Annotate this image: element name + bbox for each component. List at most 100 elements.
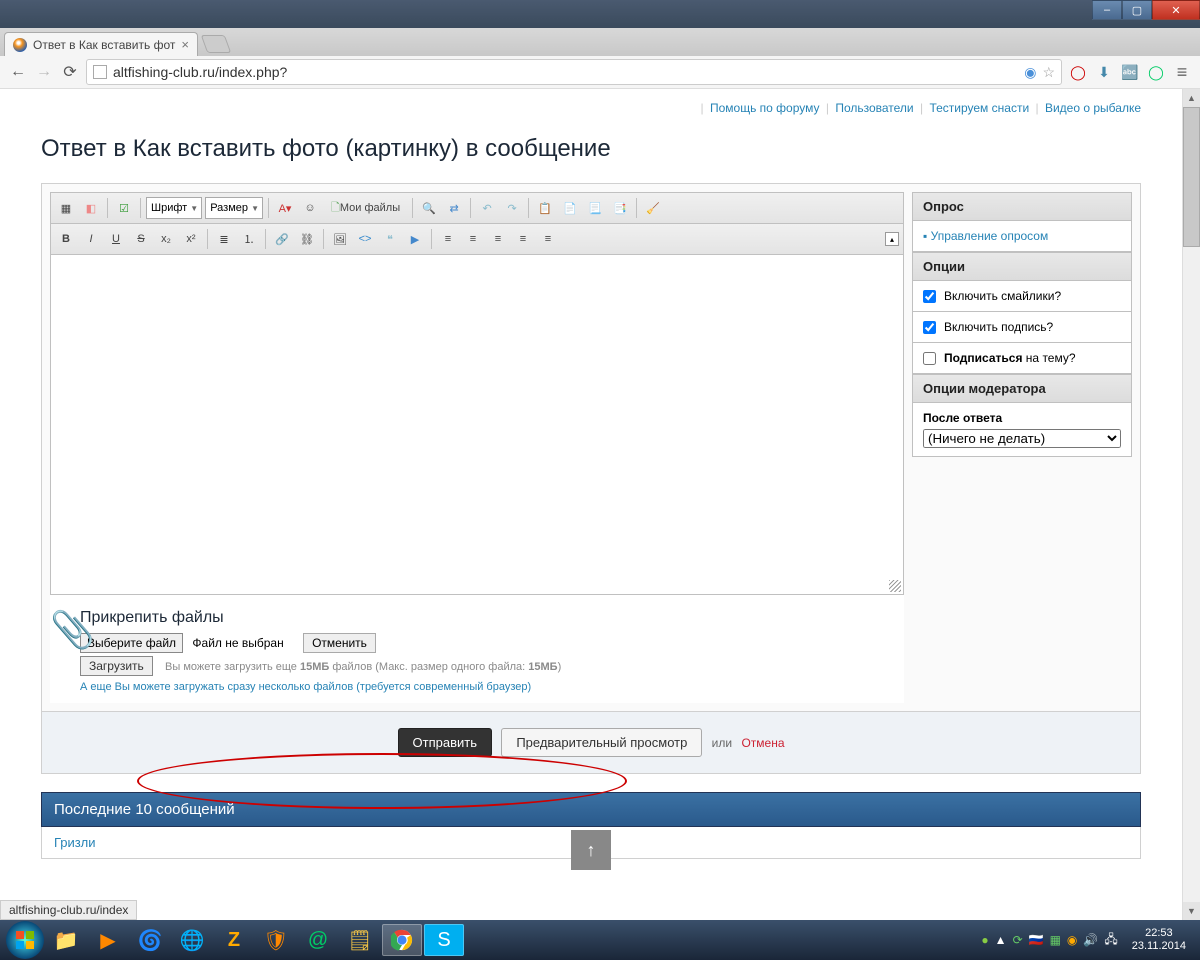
bookmark-sync-icon[interactable]: ◉ [1024,64,1036,81]
toplink-video[interactable]: Видео о рыбалке [1045,101,1141,115]
tray-icon[interactable]: ● [981,933,988,947]
after-reply-select[interactable]: (Ничего не делать) [923,429,1121,448]
paste-icon[interactable]: 📄 [559,197,581,219]
strike-icon[interactable]: S [130,228,152,250]
link-icon[interactable]: 🔗 [271,228,293,250]
spellcheck-icon[interactable]: ☑ [113,197,135,219]
tab-close-icon[interactable]: × [181,37,189,52]
attach-cancel-button[interactable]: Отменить [303,633,376,653]
media-icon[interactable]: ▶ [404,228,426,250]
last-post-author-link[interactable]: Гризли [54,835,95,850]
text-color-icon[interactable]: A▾ [274,197,296,219]
tray-up-icon[interactable]: ▲ [995,933,1007,947]
choose-file-button[interactable]: Выберите файл [80,633,183,653]
toplink-users[interactable]: Пользователи [835,101,913,115]
align-right-icon[interactable]: ≡ [487,228,509,250]
tray-network-icon[interactable]: 🖧 [1104,930,1117,951]
paste-word-icon[interactable]: 📑 [609,197,631,219]
number-list-icon[interactable]: ⒈ [238,228,260,250]
taskbar-app1-icon[interactable]: 🌀 [130,924,170,956]
subscript-icon[interactable]: x₂ [155,228,177,250]
quote-icon[interactable]: ❝ [379,228,401,250]
extension-translate-icon[interactable]: 🔤 [1120,62,1140,82]
toggle-mode-icon[interactable]: ▦ [55,197,77,219]
tray-sync-icon[interactable]: ⟳ [1013,933,1023,947]
italic-icon[interactable]: I [80,228,102,250]
tray-lang-icon[interactable]: 🇷🇺 [1029,933,1044,947]
align-center-icon[interactable]: ≡ [462,228,484,250]
image-icon[interactable]: 🖼 [329,228,351,250]
paste-text-icon[interactable]: 📃 [584,197,606,219]
vertical-scrollbar[interactable]: ▲ ▼ [1182,89,1200,920]
subscribe-checkbox[interactable] [923,352,936,365]
poll-manage-link[interactable]: Управление опросом [931,229,1049,243]
find-icon[interactable]: 🔍 [418,197,440,219]
toplink-help[interactable]: Помощь по форуму [710,101,820,115]
extension-download-icon[interactable]: ⬇ [1094,62,1114,82]
multi-upload-link[interactable]: А еще Вы можете загружать сразу нескольк… [80,681,531,693]
taskbar-earth-icon[interactable]: 🌐 [172,924,212,956]
preview-button[interactable]: Предварительный просмотр [501,728,702,757]
window-maximize-button[interactable]: ▢ [1122,0,1152,20]
replace-icon[interactable]: ⇄ [443,197,465,219]
undo-icon[interactable]: ↶ [476,197,498,219]
toplink-test[interactable]: Тестируем снасти [929,101,1029,115]
browser-tabstrip: Ответ в Как вставить фот × [0,28,1200,56]
extension-circle-icon[interactable]: ◯ [1146,62,1166,82]
scrollbar-up-button[interactable]: ▲ [1183,89,1200,107]
scroll-top-button[interactable]: ↑ [571,830,611,870]
submit-button[interactable]: Отправить [398,728,492,757]
code-icon[interactable]: <> [354,228,376,250]
forward-button[interactable]: → [34,62,54,82]
reload-button[interactable]: ⟳ [60,62,80,82]
align-justify2-icon[interactable]: ≡ [537,228,559,250]
browser-menu-button[interactable]: ≡ [1172,62,1192,82]
back-button[interactable]: ← [8,62,28,82]
scrollbar-down-button[interactable]: ▼ [1183,902,1200,920]
smileys-checkbox[interactable] [923,290,936,303]
taskbar-avast-icon[interactable]: 🛡 [256,924,296,956]
extension-adblock-icon[interactable]: ◯ [1068,62,1088,82]
taskbar-chrome-icon[interactable] [382,924,422,956]
copy-icon[interactable]: 📋 [534,197,556,219]
taskbar-zona-icon[interactable]: Z [214,924,254,956]
bold-icon[interactable]: B [55,228,77,250]
tray-app-icon[interactable]: ◉ [1067,933,1077,947]
scrollbar-thumb[interactable] [1183,107,1200,247]
bookmark-star-icon[interactable]: ☆ [1042,64,1055,81]
upload-button[interactable]: Загрузить [80,656,153,676]
align-left-icon[interactable]: ≡ [437,228,459,250]
tray-clock[interactable]: 22:53 23.11.2014 [1124,927,1194,953]
taskbar-explorer-icon[interactable]: 📁 [46,924,86,956]
myfiles-button[interactable]: 🗋 Мои файлы [324,197,407,219]
window-close-button[interactable]: ✕ [1152,0,1200,20]
size-select[interactable]: Размер [205,197,263,219]
taskbar-mail-icon[interactable]: @ [298,924,338,956]
tray-shield-icon[interactable]: ▦ [1050,933,1061,947]
align-justify-icon[interactable]: ≡ [512,228,534,250]
signature-checkbox[interactable] [923,321,936,334]
editor-expand-button[interactable]: ▴ [885,232,899,246]
taskbar-player-icon[interactable]: ▶ [88,924,128,956]
eraser-icon[interactable]: ◧ [80,197,102,219]
taskbar-notes-icon[interactable]: 🗒 [340,924,380,956]
underline-icon[interactable]: U [105,228,127,250]
superscript-icon[interactable]: x² [180,228,202,250]
window-minimize-button[interactable]: – [1092,0,1122,20]
paperclip-icon: 📎 [50,609,95,651]
new-tab-button[interactable] [201,35,232,53]
redo-icon[interactable]: ↷ [501,197,523,219]
cancel-link[interactable]: Отмена [741,736,784,750]
editor-textarea[interactable] [50,255,904,595]
font-select[interactable]: Шрифт [146,197,202,219]
remove-format-icon[interactable]: 🧹 [642,197,664,219]
unlink-icon[interactable]: ⛓ [296,228,318,250]
taskbar-skype-icon[interactable]: S [424,924,464,956]
bullet-list-icon[interactable]: ≣ [213,228,235,250]
browser-tab[interactable]: Ответ в Как вставить фот × [4,32,198,56]
start-button[interactable] [6,921,44,959]
reply-form: ▦ ◧ ☑ Шрифт Размер A▾ ☺ 🗋 Мои файлы 🔍 ⇄ … [41,183,1141,712]
address-bar[interactable]: altfishing-club.ru/index.php? ◉ ☆ [86,59,1062,85]
emoticon-icon[interactable]: ☺ [299,197,321,219]
tray-volume-icon[interactable]: 🔊 [1083,933,1098,947]
